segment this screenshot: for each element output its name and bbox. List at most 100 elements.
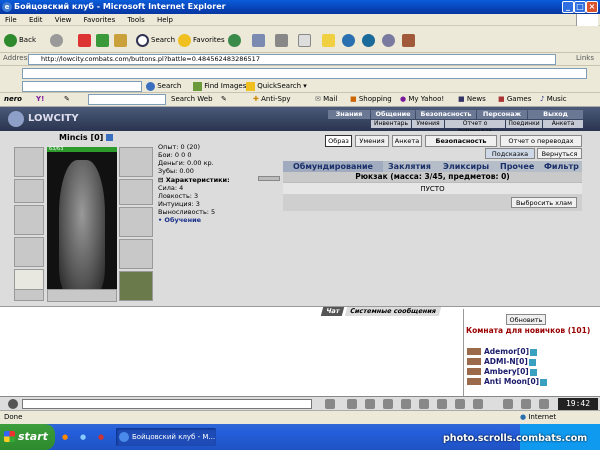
shield-slot[interactable] — [119, 207, 153, 237]
person-icon[interactable] — [503, 399, 513, 409]
menu-exit[interactable]: Выход — [528, 110, 583, 119]
menu-view[interactable]: View — [50, 14, 77, 26]
submenu-battles[interactable]: Поединки — [506, 120, 542, 128]
submenu-inventory[interactable]: Инвентарь — [371, 120, 411, 128]
clear-icon[interactable] — [383, 399, 393, 409]
address-input[interactable]: http://lowcity.combats.com/buttons.pl?ba… — [28, 54, 556, 65]
exit-icon[interactable] — [473, 399, 483, 409]
menu-help[interactable]: Help — [152, 14, 178, 26]
menu-file[interactable]: File — [0, 14, 22, 26]
menu-tools[interactable]: Tools — [122, 14, 149, 26]
mail-button[interactable] — [252, 33, 267, 47]
gloves-slot[interactable] — [119, 147, 153, 177]
search-web-button[interactable]: Search Web — [171, 94, 213, 105]
ring-slots[interactable] — [47, 289, 117, 302]
user-item[interactable]: Ambery[0] — [467, 367, 537, 376]
pants-slot[interactable] — [119, 271, 153, 301]
shopping-link[interactable]: ■ Shopping — [350, 94, 392, 105]
security-button[interactable]: Безопасность — [425, 135, 497, 147]
amulet-slot[interactable] — [14, 205, 44, 235]
chat-input[interactable] — [22, 399, 312, 409]
favorites-button[interactable]: Favorites — [178, 33, 225, 47]
throw-trash-button[interactable]: Выбросить хлам — [511, 197, 577, 208]
profile-button[interactable]: Анкета — [392, 135, 422, 147]
folder-button[interactable] — [322, 33, 337, 47]
menu-security[interactable]: Безопасность — [416, 110, 476, 119]
home-button[interactable] — [114, 33, 129, 47]
find-images-button[interactable]: Find Images — [193, 81, 246, 92]
google-search-button[interactable]: Search — [146, 81, 181, 92]
info-icon[interactable] — [529, 368, 537, 376]
info-icon[interactable] — [528, 358, 536, 366]
characteristics-slider[interactable] — [258, 176, 280, 181]
skills-button[interactable]: Умения — [355, 135, 389, 147]
music-link[interactable]: ♪ Music — [540, 94, 567, 105]
face-icon[interactable] — [455, 399, 465, 409]
info-icon[interactable] — [106, 134, 114, 141]
tool-button-2[interactable] — [402, 33, 417, 47]
links-button[interactable]: Links — [576, 54, 594, 62]
games-link[interactable]: ■ Games — [498, 94, 531, 105]
quicksearch-button[interactable]: QuickSearch ▾ — [246, 81, 307, 92]
bracer-slot[interactable] — [119, 179, 153, 205]
tab-other[interactable]: Прочее — [500, 161, 534, 172]
search-button[interactable]: Search — [136, 33, 175, 47]
ie-quicklaunch-icon[interactable]: ● — [80, 432, 86, 443]
maximize-button[interactable]: □ — [574, 1, 586, 13]
info-icon[interactable] — [540, 378, 548, 386]
smile-icon[interactable] — [347, 399, 357, 409]
belt-slot[interactable] — [14, 289, 44, 301]
earring-slot[interactable] — [14, 179, 44, 203]
map-icon[interactable] — [437, 399, 447, 409]
messenger-button[interactable] — [342, 33, 357, 47]
menu-favorites[interactable]: Favorites — [79, 14, 121, 26]
firefox-icon[interactable]: ● — [62, 432, 68, 443]
tab-elixirs[interactable]: Эликсиры — [443, 161, 489, 172]
refresh-button[interactable] — [96, 33, 111, 47]
research-button[interactable] — [362, 33, 377, 47]
chat-mode-icon[interactable] — [8, 399, 18, 409]
yahoo-search-input[interactable] — [88, 94, 166, 105]
tab-spells[interactable]: Заклятия — [388, 161, 431, 172]
anti-spy-button[interactable]: ✚ Anti-Spy — [253, 94, 291, 105]
helmet-slot[interactable] — [14, 147, 44, 177]
quicklaunch-icon[interactable]: ● — [98, 432, 104, 443]
submenu-profile[interactable]: Анкета — [543, 120, 583, 128]
toolbar-search-field[interactable] — [22, 68, 587, 79]
send-icon[interactable] — [325, 399, 335, 409]
pencil-icon[interactable]: ✎ — [221, 94, 227, 105]
tool-button[interactable] — [382, 33, 397, 47]
menu-edit[interactable]: Edit — [24, 14, 48, 26]
minimize-button[interactable]: _ — [562, 1, 574, 13]
settings-icon[interactable] — [419, 399, 429, 409]
yahoo-edit-icon[interactable]: ✎ — [64, 94, 70, 105]
user-item[interactable]: ADMI-N[0] — [467, 357, 536, 366]
transfer-report-button[interactable]: Отчет о переводах — [500, 135, 582, 147]
tab-equipment[interactable]: Обмундирование — [283, 161, 383, 172]
mail-link[interactable]: ✉ Mail — [315, 94, 337, 105]
tab-filter[interactable]: Фильтр — [544, 161, 579, 172]
filter-icon[interactable] — [365, 399, 375, 409]
taskbar-task-ie[interactable]: Бойцовский клуб - M... — [116, 428, 216, 446]
user-item[interactable]: Anti Moon[0] — [467, 377, 548, 386]
menu-chat[interactable]: Общение — [371, 110, 415, 119]
fight-icon[interactable] — [401, 399, 411, 409]
hint-button[interactable]: Подсказка — [485, 148, 535, 159]
sound-icon[interactable] — [539, 399, 549, 409]
news-link[interactable]: ■ News — [458, 94, 486, 105]
google-search-input[interactable] — [22, 81, 142, 92]
menu-character[interactable]: Персонаж — [477, 110, 527, 119]
my-yahoo-link[interactable]: ● My Yahoo! — [400, 94, 444, 105]
print-button[interactable] — [275, 33, 290, 47]
close-button[interactable]: × — [586, 1, 598, 13]
obraz-button[interactable]: Образ — [325, 135, 352, 147]
training-link[interactable]: • Обучение — [158, 216, 201, 224]
characteristics-header[interactable]: ⊟ Характеристики: — [158, 176, 230, 184]
lock-icon[interactable] — [521, 399, 531, 409]
yahoo-icon[interactable]: Y! — [36, 94, 44, 105]
stop-button[interactable] — [78, 33, 93, 47]
start-button[interactable]: start — [0, 424, 55, 450]
refresh-room-button[interactable]: Обновить — [506, 314, 546, 325]
boots-slot[interactable] — [119, 239, 153, 269]
edit-button[interactable] — [298, 33, 313, 47]
